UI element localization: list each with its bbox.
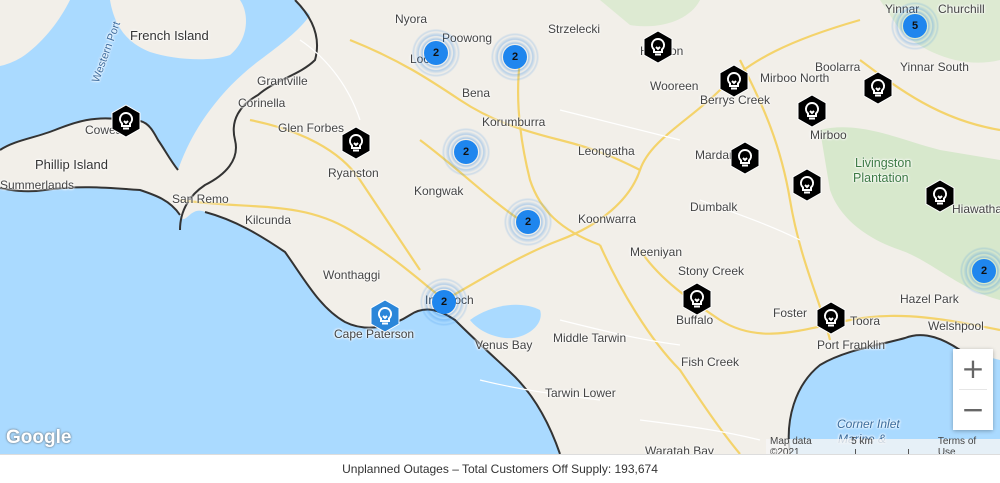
- place-label: Kongwak: [414, 184, 464, 198]
- zoom-in-button[interactable]: +: [953, 349, 993, 389]
- place-label: French Island: [130, 28, 209, 43]
- outage-marker-lightbulb-icon[interactable]: [791, 168, 823, 202]
- place-label: Hazel Park: [900, 292, 959, 306]
- place-label: Leongatha: [578, 144, 635, 158]
- cluster-count: 2: [516, 210, 540, 234]
- outage-summary-footer: Unplanned Outages – Total Customers Off …: [0, 454, 1000, 483]
- place-label: Port Franklin: [817, 338, 886, 352]
- outage-summary-text: Unplanned Outages – Total Customers Off …: [342, 462, 658, 476]
- place-label: Welshpool: [928, 319, 984, 333]
- place-label: Phillip Island: [35, 157, 108, 172]
- place-label: Foster: [773, 306, 808, 320]
- place-label: Waratah Bay: [645, 444, 714, 454]
- outage-marker-lightbulb-icon[interactable]: [924, 179, 956, 213]
- place-label: Toora: [850, 314, 881, 328]
- place-label: Ryanston: [328, 166, 379, 180]
- place-label: Wooreen: [650, 79, 699, 93]
- outage-marker-lightbulb-icon[interactable]: [815, 301, 847, 335]
- outage-cluster[interactable]: 2: [504, 198, 552, 246]
- place-label: Nyora: [395, 12, 428, 26]
- zoom-controls: + −: [953, 349, 993, 430]
- outage-marker-lightbulb-icon[interactable]: [862, 71, 894, 105]
- outage-marker-lightbulb-icon[interactable]: [681, 282, 713, 316]
- place-label: Livingston: [855, 156, 912, 170]
- outage-marker-lightbulb-icon[interactable]: [796, 94, 828, 128]
- place-label: Venus Bay: [475, 338, 533, 352]
- outage-cluster[interactable]: 2: [491, 33, 539, 81]
- place-label: Kilcunda: [245, 213, 292, 227]
- place-label: Meeniyan: [630, 245, 683, 259]
- outage-marker-lightbulb-icon[interactable]: [340, 126, 372, 160]
- place-label: Glen Forbes: [278, 121, 345, 135]
- cluster-count: 2: [454, 140, 478, 164]
- outage-marker-lightbulb-icon[interactable]: [729, 141, 761, 175]
- place-label: Koonwarra: [578, 212, 637, 226]
- place-label: Corner Inlet: [837, 417, 900, 431]
- place-label: Grantville: [257, 74, 308, 88]
- outage-marker-lightbulb-icon[interactable]: [642, 30, 674, 64]
- outage-cluster[interactable]: 2: [442, 128, 490, 176]
- cluster-count: 2: [972, 259, 996, 283]
- place-label: Mirboo: [810, 128, 847, 142]
- cluster-count: 5: [903, 14, 927, 38]
- cluster-count: 2: [503, 45, 527, 69]
- map-data-text: Map data ©2021: [770, 435, 812, 455]
- outage-cluster[interactable]: 5: [891, 2, 939, 50]
- google-logo: Google: [6, 427, 72, 448]
- map-attribution: Map data ©2021 5 km Terms of Use: [766, 435, 1000, 455]
- place-label: Stony Creek: [678, 264, 745, 278]
- place-label: Churchill: [938, 2, 985, 16]
- place-label: Yinnar South: [900, 60, 969, 74]
- place-label: Hiawatha: [952, 202, 1000, 216]
- cluster-count: 2: [432, 290, 456, 314]
- outage-cluster[interactable]: 2: [960, 247, 1000, 295]
- place-label: Strzelecki: [548, 22, 601, 36]
- outage-cluster[interactable]: 2: [420, 278, 468, 326]
- place-label: Fish Creek: [681, 355, 740, 369]
- place-label: Corinella: [238, 96, 286, 110]
- place-label: Tarwin Lower: [545, 386, 616, 400]
- outage-cluster[interactable]: 2: [412, 29, 460, 77]
- place-label: Plantation: [853, 171, 909, 185]
- place-label: Wonthaggi: [323, 268, 381, 282]
- map-canvas[interactable]: French IslandNyoraPoowongStrzeleckiYinna…: [0, 0, 1000, 454]
- scale-indicator[interactable]: 5 km: [847, 435, 934, 454]
- scale-label: 5 km: [851, 435, 873, 447]
- place-label: San Remo: [172, 192, 229, 206]
- place-label: Bena: [462, 86, 491, 100]
- place-label: Korumburra: [482, 115, 546, 129]
- place-label: Summerlands: [0, 178, 75, 192]
- place-label: Middle Tarwin: [553, 331, 627, 345]
- place-label: Dumbalk: [690, 200, 738, 214]
- outage-marker-lightbulb-icon[interactable]: [369, 299, 401, 333]
- zoom-out-button[interactable]: −: [953, 390, 993, 430]
- cluster-count: 2: [424, 41, 448, 65]
- terms-link[interactable]: Terms of Use: [934, 436, 1000, 455]
- place-label: Boolarra: [815, 60, 861, 74]
- outage-marker-lightbulb-icon[interactable]: [718, 64, 750, 98]
- outage-marker-lightbulb-icon[interactable]: [110, 104, 142, 138]
